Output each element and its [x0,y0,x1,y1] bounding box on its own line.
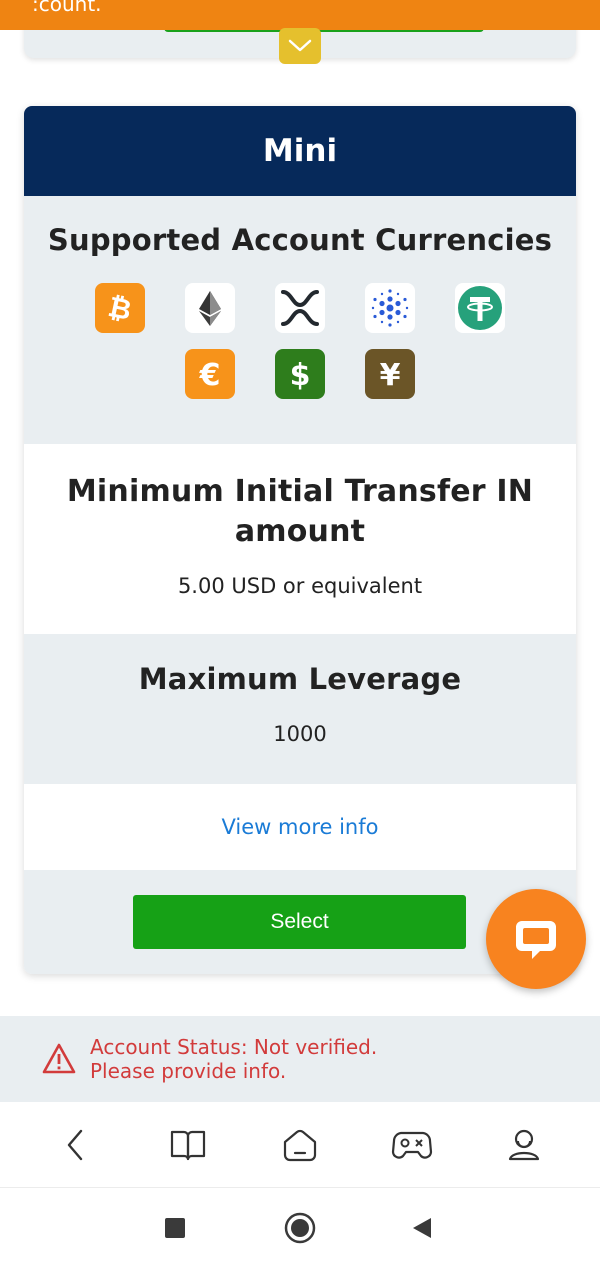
games-button[interactable] [382,1115,442,1175]
plan-name: Mini [24,106,576,196]
max-leverage-value: 1000 [273,722,327,746]
warning-icon [42,1043,76,1074]
more-info-section: View more info [24,784,576,870]
live-chat-button[interactable] [486,889,586,989]
view-more-info-link[interactable]: View more info [222,815,379,839]
account-status-bar[interactable]: Account Status: Not verified. Please pro… [0,1016,600,1102]
select-button[interactable]: Select [133,895,466,949]
supported-currencies-section: Supported Account Currencies ₿ € $ ¥ [24,196,576,444]
top-notification-banner: :count. [0,0,600,30]
chevron-down-icon [288,39,312,52]
collapse-toggle-button[interactable] [279,28,321,64]
account-status-line2: Please provide info. [90,1059,287,1083]
plan-card: Mini Supported Account Currencies ₿ € $ … [24,106,576,974]
bookmarks-button[interactable] [158,1115,218,1175]
currencies-title: Supported Account Currencies [47,223,553,257]
svg-text:€: € [199,358,221,393]
svg-text:¥: ¥ [380,358,401,393]
profile-button[interactable] [494,1115,554,1175]
max-leverage-section: Maximum Leverage 1000 [24,634,576,784]
currency-icons-row-2: € $ ¥ [24,349,576,399]
account-status-text: Account Status: Not verified. Please pro… [90,1035,377,1083]
dollar-icon: $ [275,349,325,399]
ethereum-icon [185,283,235,333]
system-nav-bar [0,1188,600,1268]
home-icon [283,1129,317,1161]
currency-icons-row-1: ₿ [24,283,576,333]
home-circle-icon [284,1212,316,1244]
recents-icon [165,1218,185,1238]
system-back-button[interactable] [404,1210,440,1246]
xrp-icon [275,283,325,333]
bitcoin-icon: ₿ [95,283,145,333]
yen-icon: ¥ [365,349,415,399]
browser-bottom-nav [0,1102,600,1188]
profile-icon [508,1129,540,1160]
svg-text:₿: ₿ [105,290,134,327]
chat-bubble-icon [516,921,556,959]
euro-icon: € [185,349,235,399]
back-icon [67,1129,83,1160]
max-leverage-title: Maximum Leverage [138,662,462,696]
min-transfer-value: 5.00 USD or equivalent [177,574,423,598]
banner-text: :count. [32,0,102,16]
account-status-line1: Account Status: Not verified. [90,1035,378,1059]
back-button[interactable] [46,1115,106,1175]
tether-icon [455,283,505,333]
gamepad-icon [391,1131,433,1159]
system-home-button[interactable] [282,1210,318,1246]
svg-text:$: $ [290,358,311,393]
book-icon [170,1130,206,1160]
min-transfer-section: Minimum Initial Transfer IN amount 5.00 … [24,444,576,634]
min-transfer-title: Minimum Initial Transfer IN amount [66,474,534,549]
cardano-icon [365,283,415,333]
home-button[interactable] [270,1115,330,1175]
recents-button[interactable] [157,1210,193,1246]
back-triangle-icon [413,1218,431,1238]
